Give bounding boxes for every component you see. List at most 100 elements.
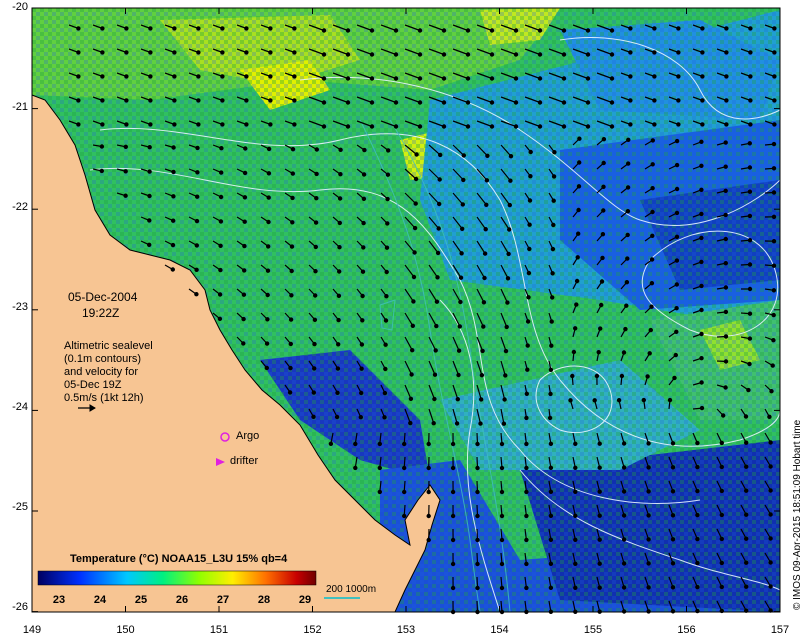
velocity-arrow-head	[621, 561, 627, 566]
velocity-arrow-head	[196, 50, 201, 55]
latitude-tick-label: -20	[12, 1, 28, 13]
velocity-arrow-head	[461, 153, 466, 158]
velocity-arrow-head	[548, 465, 554, 470]
velocity-arrow-head	[290, 220, 295, 225]
velocity-arrow-head	[148, 98, 153, 103]
velocity-arrow-head	[483, 226, 488, 232]
velocity-arrow-head	[744, 464, 749, 469]
velocity-arrow-head	[770, 363, 775, 368]
velocity-arrow-head	[100, 74, 105, 79]
velocity-arrow-head	[194, 218, 200, 224]
velocity-arrow-head	[771, 238, 777, 244]
velocity-arrow-head	[621, 465, 627, 470]
velocity-arrow-head	[170, 218, 176, 223]
velocity-arrow-head	[575, 255, 580, 260]
velocity-arrow-head	[288, 365, 293, 371]
velocity-arrow-head	[551, 222, 556, 228]
velocity-arrow-head	[426, 537, 431, 543]
velocity-arrow-head	[746, 387, 751, 393]
velocity-arrow-head	[359, 342, 365, 347]
velocity-arrow-head	[768, 488, 773, 493]
velocity-arrow-head	[599, 302, 604, 308]
velocity-arrow-head	[524, 441, 529, 447]
velocity-arrow-head	[673, 352, 679, 358]
velocity-arrow-head	[147, 144, 152, 150]
velocity-arrow-head	[475, 585, 480, 591]
velocity-arrow-head	[548, 441, 554, 446]
velocity-arrow-head	[513, 124, 519, 129]
velocity-arrow-head	[485, 153, 490, 158]
velocity-arrow-head	[652, 26, 657, 31]
velocity-arrow-head	[573, 561, 578, 567]
velocity-arrow-head	[361, 196, 367, 201]
velocity-arrow-head	[772, 98, 777, 103]
velocity-arrow-head	[609, 100, 615, 105]
velocity-arrow-head	[290, 171, 295, 176]
velocity-arrow-head	[289, 268, 294, 274]
velocity-arrow-head	[747, 286, 753, 292]
velocity-arrow-head	[676, 98, 681, 103]
velocity-arrow-head	[723, 236, 729, 242]
velocity-arrow-head	[723, 140, 728, 145]
velocity-arrow-head	[482, 251, 488, 256]
velocity-arrow-head	[505, 300, 510, 305]
velocity-arrow-head	[648, 327, 654, 333]
velocity-arrow-head	[561, 124, 567, 129]
velocity-arrow-head	[506, 251, 511, 257]
velocity-arrow-head	[626, 161, 631, 166]
velocity-arrow-head	[650, 209, 655, 215]
velocity-arrow-head	[768, 464, 773, 469]
velocity-arrow-head	[402, 513, 407, 519]
velocity-arrow-head	[220, 26, 225, 31]
velocity-arrow-head	[417, 76, 423, 81]
velocity-arrow-head	[244, 98, 249, 103]
velocity-arrow-head	[450, 441, 456, 447]
velocity-arrow-head	[76, 122, 81, 127]
velocity-arrow-head	[268, 50, 273, 55]
velocity-arrow-head	[414, 152, 419, 157]
velocity-arrow-head	[674, 186, 680, 192]
colorbar-title: Temperature (°C) NOAA15_L3U 15% qb=4	[70, 553, 288, 565]
velocity-arrow-head	[550, 295, 555, 300]
velocity-arrow-head	[551, 174, 557, 179]
velocity-arrow-head	[573, 537, 578, 543]
velocity-arrow-head	[336, 317, 341, 323]
velocity-arrow-head	[674, 282, 680, 287]
velocity-arrow-head	[699, 307, 704, 313]
legend-line-1: Altimetric sealevel	[64, 340, 153, 352]
velocity-arrow-head	[676, 26, 681, 31]
velocity-arrow-head	[124, 50, 129, 55]
velocity-arrow-head	[337, 196, 343, 201]
velocity-arrow-head	[724, 26, 729, 31]
velocity-arrow-head	[417, 100, 423, 105]
velocity-arrow-head	[426, 489, 431, 495]
velocity-arrow-head	[100, 98, 105, 103]
velocity-arrow-head	[747, 141, 753, 146]
velocity-arrow-head	[628, 122, 633, 127]
longitude-tick-label: 152	[303, 624, 322, 636]
velocity-arrow-head	[652, 50, 657, 55]
velocity-arrow-head	[772, 50, 777, 55]
velocity-arrow-head	[621, 537, 627, 542]
velocity-arrow-head	[313, 269, 318, 274]
drifter-label: drifter	[230, 455, 259, 467]
velocity-arrow-head	[646, 609, 651, 614]
map-date: 05-Dec-2004	[68, 290, 138, 304]
velocity-arrow-head	[220, 98, 225, 103]
velocity-arrow-head	[266, 146, 272, 152]
velocity-arrow-head	[674, 306, 679, 311]
velocity-arrow-head	[361, 172, 367, 177]
velocity-arrow-head	[670, 465, 676, 470]
velocity-arrow-head	[646, 537, 651, 542]
velocity-arrow-head	[537, 28, 543, 33]
velocity-arrow-head	[641, 397, 647, 403]
velocity-arrow-head	[700, 122, 705, 127]
velocity-arrow-head	[244, 50, 249, 55]
velocity-arrow-head	[723, 309, 729, 315]
velocity-arrow-head	[626, 137, 631, 142]
velocity-arrow-head	[337, 269, 342, 274]
velocity-arrow-head	[744, 536, 749, 541]
velocity-arrow-head	[503, 348, 509, 354]
velocity-arrow-head	[402, 465, 407, 471]
velocity-arrow-head	[748, 50, 753, 55]
